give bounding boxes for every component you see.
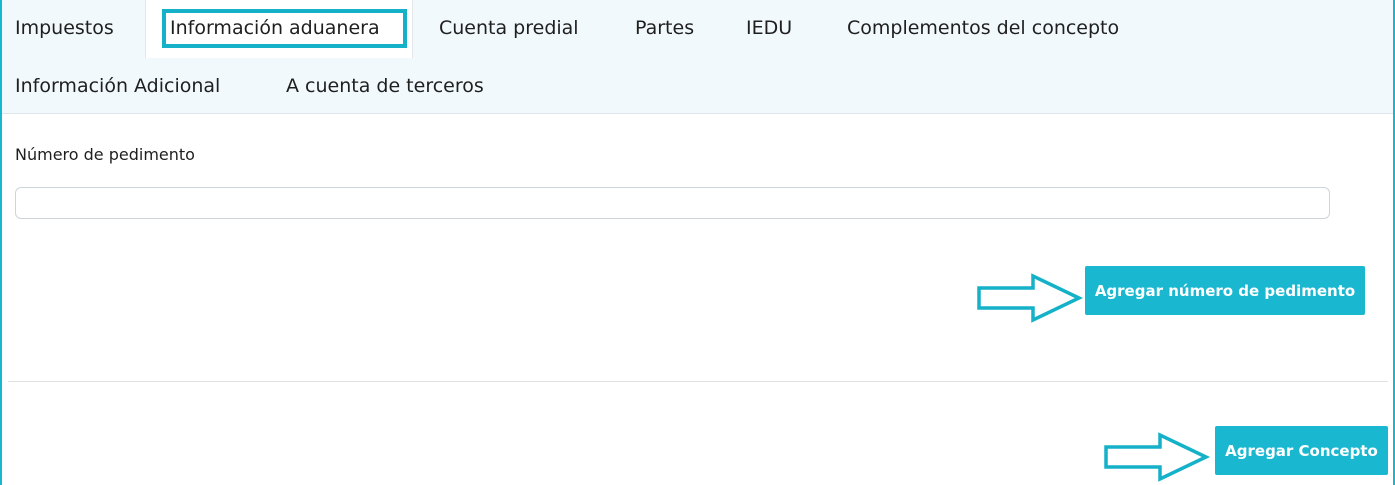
tab-iedu[interactable]: IEDU [746, 17, 792, 39]
tab-informacion-adicional[interactable]: Información Adicional [15, 75, 220, 97]
tab-impuestos[interactable]: Impuestos [15, 17, 114, 39]
tab-panel [8, 114, 1388, 382]
arrow-right-icon [977, 273, 1084, 323]
arrow-right-icon [1104, 432, 1211, 482]
active-tab-highlight [162, 9, 407, 48]
tab-a-cuenta-de-terceros[interactable]: A cuenta de terceros [286, 75, 484, 97]
pedimento-input[interactable] [15, 187, 1330, 219]
add-concept-button[interactable]: Agregar Concepto [1215, 426, 1388, 475]
pedimento-label: Número de pedimento [15, 145, 195, 164]
tab-partes[interactable]: Partes [635, 17, 694, 39]
tab-cuenta-predial[interactable]: Cuenta predial [439, 17, 579, 39]
add-pedimento-button[interactable]: Agregar número de pedimento [1085, 266, 1365, 315]
tab-complementos-del-concepto[interactable]: Complementos del concepto [847, 17, 1119, 39]
